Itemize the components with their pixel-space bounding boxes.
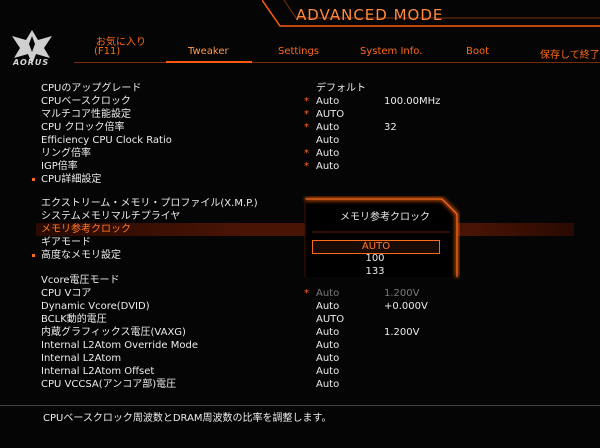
modified-star-icon: * [304,96,309,107]
setting-row-l2atom-offset[interactable]: Internal L2Atom Offset Auto [0,365,600,378]
setting-row-l2atom-override[interactable]: Internal L2Atom Override Mode Auto [0,339,600,352]
setting-label: Internal L2Atom Override Mode [41,340,198,351]
setting-value[interactable]: Auto [316,147,339,160]
setting-value[interactable]: Auto [316,378,339,391]
setting-row-cpu-advanced[interactable]: CPU詳細設定 [0,173,600,186]
setting-row-cpu-base-clock[interactable]: CPUベースクロック * Auto 100.00MHz [0,95,600,108]
setting-value[interactable]: Auto [316,160,339,173]
setting-row-vcore-mode[interactable]: Vcore電圧モード [0,274,600,287]
setting-label: Vcore電圧モード [41,275,120,286]
setting-label: BCLK動的電圧 [41,314,107,325]
setting-label: CPUベースクロック [41,96,131,107]
setting-label: CPU クロック倍率 [41,122,125,133]
setting-label: Efficiency CPU Clock Ratio [41,135,172,146]
tab-tweaker[interactable]: Tweaker [188,46,229,57]
setting-row-vaxg[interactable]: 内蔵グラフィックス電圧(VAXG) Auto 1.200V [0,326,600,339]
setting-value[interactable]: AUTO [316,313,344,326]
tab-settings[interactable]: Settings [278,46,319,57]
tab-bar-line [74,62,600,63]
modified-star-icon: * [304,148,309,159]
setting-current-value: +0.000V [384,301,428,312]
setting-value[interactable]: Auto [316,352,339,365]
tab-system-info[interactable]: System Info. [360,46,422,57]
setting-row-cpu-ratio[interactable]: CPU クロック倍率 * Auto 32 [0,121,600,134]
modified-star-icon: * [304,109,309,120]
setting-row-bclk-voltage[interactable]: BCLK動的電圧 AUTO [0,313,600,326]
setting-label: 高度なメモリ設定 [41,250,121,261]
setting-value[interactable]: Auto [316,365,339,378]
setting-row-cpu-vcore[interactable]: CPU Vコア * Auto 1.200V [0,287,600,300]
setting-label: システムメモリマルチプライヤ [41,211,181,222]
submenu-bullet-icon [32,254,35,257]
setting-label: Dynamic Vcore(DVID) [41,301,150,312]
popup-option-auto[interactable]: AUTO [312,240,440,254]
setting-current-value: 1.200V [384,288,420,299]
modified-star-icon: * [304,161,309,172]
tab-boot[interactable]: Boot [466,46,489,57]
setting-label: メモリ参考クロック [41,224,131,235]
setting-value[interactable]: Auto [316,121,339,134]
popup-title: メモリ参考クロック [340,212,430,223]
setting-value[interactable]: Auto [316,287,339,300]
setting-label: ギアモード [41,237,91,248]
setting-row-advanced-memory[interactable]: 高度なメモリ設定 [0,249,600,262]
help-divider [0,405,600,406]
setting-label: Internal L2Atom [41,353,122,364]
setting-label: CPU Vコア [41,288,92,299]
setting-value[interactable]: Auto [316,326,339,339]
setting-label: CPU VCCSA(アンコア部)電圧 [41,379,177,390]
setting-row-memory-ref-clock[interactable]: メモリ参考クロック [0,223,600,236]
setting-label: リング倍率 [41,148,91,159]
setting-label: Internal L2Atom Offset [41,366,155,377]
setting-row-vccsa[interactable]: CPU VCCSA(アンコア部)電圧 Auto [0,378,600,391]
mode-title: ADVANCED MODE [296,6,444,24]
popup-option-100[interactable]: 100 [312,253,438,265]
header: AORUS ADVANCED MODE お気に入り (F11) Tweaker … [0,0,600,70]
submenu-bullet-icon [32,178,35,181]
setting-value[interactable]: AUTO [316,108,344,121]
setting-label: CPUのアップグレード [41,83,142,94]
tab-favorites-key[interactable]: (F11) [94,46,120,57]
setting-label: エクストリーム・メモリ・プロファイル(X.M.P.) [41,198,258,209]
modified-star-icon: * [304,288,309,299]
popup-option-133[interactable]: 133 [312,266,438,278]
modified-star-icon: * [304,122,309,133]
setting-row-cpu-upgrade[interactable]: CPUのアップグレード デフォルト [0,82,600,95]
setting-value[interactable]: Auto [316,339,339,352]
setting-current-value: 32 [384,122,397,133]
setting-row-ring-ratio[interactable]: リング倍率 * Auto [0,147,600,160]
setting-row-memory-multiplier[interactable]: システムメモリマルチプライヤ [0,210,600,223]
setting-value[interactable]: Auto [316,300,339,313]
setting-label: 内蔵グラフィックス電圧(VAXG) [41,327,186,338]
setting-row-xmp[interactable]: エクストリーム・メモリ・プロファイル(X.M.P.) [0,197,600,210]
setting-value[interactable]: デフォルト [316,82,366,95]
setting-current-value: 1.200V [384,327,420,338]
tab-save-exit[interactable]: 保存して終了 [540,46,600,61]
setting-row-igp-ratio[interactable]: IGP倍率 * Auto [0,160,600,173]
setting-row-gear-mode[interactable]: ギアモード [0,236,600,249]
setting-row-dynamic-vcore[interactable]: Dynamic Vcore(DVID) Auto +0.000V [0,300,600,313]
setting-value[interactable]: Auto [316,134,339,147]
setting-row-l2atom[interactable]: Internal L2Atom Auto [0,352,600,365]
setting-label: IGP倍率 [41,161,78,172]
tab-active-indicator [166,61,252,63]
setting-label: CPU詳細設定 [41,174,102,185]
setting-value[interactable]: Auto [316,95,339,108]
setting-current-value: 100.00MHz [384,96,441,107]
logo-text: AORUS [13,58,50,67]
setting-row-multicore[interactable]: マルチコア性能設定 * AUTO [0,108,600,121]
setting-label: マルチコア性能設定 [41,109,131,120]
setting-row-efficiency-ratio[interactable]: Efficiency CPU Clock Ratio Auto [0,134,600,147]
help-text: CPUベースクロック周波数とDRAM周波数の比率を調整します。 [43,413,332,424]
